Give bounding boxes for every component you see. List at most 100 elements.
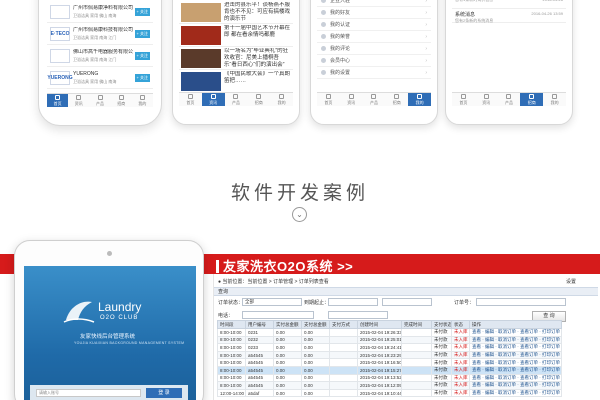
tab-3[interactable]: 招商 [247,93,270,106]
row-actions-link[interactable]: 查看 · 编辑 · 取消订单 · 查看订单 · 打印订单 [472,367,560,372]
table-row[interactable]: 8:00-10:00 0231 0.00 0.00 2015-02-04 19:26:3… [217,328,562,337]
news-item[interactable]: 第十一届中国艺术节开幕在即 都在看余情吗都鹿 [179,24,293,47]
tab-2[interactable]: 产品 [498,93,521,106]
actions-cell[interactable]: 查看 · 编辑 · 取消订单 · 查看订单 · 打印订单 [469,381,562,390]
news-item[interactable]: 以一场名为“毕业典礼”的狂欢收官：尼美上播桐吾乐“看日西心“们的演出会” [179,47,293,70]
message-item[interactable]: 系统消息 您有2条新的系统消息 2016-04-26 13:59 [452,9,566,23]
column-header[interactable]: 用户编号 [245,320,274,329]
phone-label: 电话： [218,313,234,319]
column-header[interactable]: 操作 [469,320,562,329]
login-account-field[interactable]: 请输入账号 [36,389,141,397]
list-item[interactable]: E·TECO 广州市佩易康科技有限公司 卫浴洁具 家用 南海 江门 + 关注 [47,23,153,45]
menu-item[interactable]: 我的荣誉 › [317,31,431,43]
extra-field[interactable] [328,311,388,319]
chevron-right-icon: › [425,69,427,76]
list-item[interactable]: 广州市佩易康净料有限公司 卫浴洁具 家用 佛山 南海 + 关注 [47,1,153,23]
actions-cell[interactable]: 查看 · 编辑 · 取消订单 · 查看订单 · 打印订单 [469,335,562,345]
banner-title[interactable]: 友家洗衣O2O系统 >> [216,256,353,275]
tab-4[interactable]: 我的 [132,94,153,107]
actions-cell[interactable]: 查看 · 编辑 · 取消订单 · 查看订单 · 打印订单 [469,328,562,337]
settings-link[interactable]: 设置 [566,278,576,285]
list-item[interactable]: YUERONG YUERONG 卫浴洁具 家用 佛山 南海 + 关注 [47,67,153,89]
login-button[interactable]: 登 录 [146,388,182,398]
news-item[interactable]: 《中国民歌大会》一个真朗笛把…… [179,70,293,93]
table-row[interactable]: 12:00-14:00 a5daf 0.00 0.00 2015-02-04 19:10… [217,388,562,398]
list-item[interactable]: 佛山市高千电器服务有限公司 卫浴洁具 家用 南海 江门 + 关注 [47,45,153,67]
row-actions-link[interactable]: 查看 · 编辑 · 取消订单 · 查看订单 · 打印订单 [472,383,560,388]
section-title: 软件开发案例 [230,182,369,204]
follow-button[interactable]: + 关注 [134,7,150,16]
follow-button[interactable]: + 关注 [134,51,150,60]
tab-0[interactable]: 首页 [317,93,340,106]
tab-icon [97,95,103,100]
table-row[interactable]: 8:00-10:00 0233 0.00 0.00 2015-02-04 19:24:4… [217,343,562,352]
order-no-field[interactable] [476,298,566,306]
menu-item[interactable]: 企业入驻 › [317,0,431,7]
row-actions-link[interactable]: 查看 · 编辑 · 取消订单 · 查看订单 · 打印订单 [472,352,560,357]
row-actions-link[interactable]: 查看 · 编辑 · 取消订单 · 查看订单 · 打印订单 [472,337,560,342]
actions-cell[interactable]: 查看 · 编辑 · 取消订单 · 查看订单 · 打印订单 [469,343,562,352]
follow-button[interactable]: + 关注 [134,73,150,82]
row-actions-link[interactable]: 查看 · 编辑 · 取消订单 · 查看订单 · 打印订单 [472,390,560,395]
tab-0[interactable]: 首页 [452,93,475,106]
chevron-down-icon[interactable]: ⌄ [292,207,307,222]
row-actions-link[interactable]: 查看 · 编辑 · 取消订单 · 查看订单 · 打印订单 [472,345,560,350]
table-row[interactable]: 8:00-10:00 0232 0.00 0.00 2015-02-04 19:25:0… [217,335,562,345]
tab-2[interactable]: 产品 [225,93,248,106]
table-cell [329,365,358,375]
tab-1[interactable]: 资讯 [340,93,363,106]
start-date-field[interactable] [328,298,378,306]
column-header[interactable]: 支付方式 [329,320,358,329]
row-actions-link[interactable]: 查看 · 编辑 · 取消订单 · 查看订单 · 打印订单 [472,360,560,365]
row-actions-link[interactable]: 查看 · 编辑 · 取消订单 · 查看订单 · 打印订单 [472,375,560,380]
tab-1[interactable]: 资讯 [201,93,225,106]
table-row[interactable]: 8:00-10:00 a54545 0.00 0.00 2015-02-04 19:12… [217,381,562,390]
menu-item[interactable]: 我的设置 › [317,67,431,79]
tab-0[interactable]: 首页 [47,94,69,107]
table-row[interactable]: 8:00-10:00 a54545 0.00 0.00 2015-02-04 19:15… [217,365,562,375]
actions-cell[interactable]: 查看 · 编辑 · 取消订单 · 查看订单 · 打印订单 [469,365,562,375]
column-header[interactable]: 时间段 [217,320,246,329]
tab-3[interactable]: 招商 [385,93,408,106]
tab-4[interactable]: 我的 [543,93,566,106]
column-header[interactable]: 实付总金额 [273,320,302,329]
tab-4[interactable]: 我的 [270,93,293,106]
tab-0[interactable]: 首页 [179,93,202,106]
table-row[interactable]: 8:00-10:00 a54545 0.00 0.00 2015-02-04 19:16… [217,358,562,367]
laundry-brand: Laundry [98,300,142,314]
actions-cell[interactable]: 查看 · 编辑 · 取消订单 · 查看订单 · 打印订单 [469,373,562,383]
tab-3[interactable]: 招商 [520,93,544,106]
column-header[interactable]: 状态 [451,320,470,329]
row-actions-link[interactable]: 查看 · 编辑 · 取消订单 · 查看订单 · 打印订单 [472,329,560,334]
company-name: 佛山市高千电器服务有限公司 [73,48,133,55]
column-header[interactable]: 创建时间 [357,320,402,329]
column-header[interactable]: 支付总金额 [301,320,330,329]
follow-button[interactable]: + 关注 [134,29,150,38]
menu-item[interactable]: 我的认证 › [317,19,431,31]
actions-cell[interactable]: 查看 · 编辑 · 取消订单 · 查看订单 · 打印订单 [469,350,562,360]
menu-item[interactable]: 我的好友 › [317,7,431,19]
tab-2[interactable]: 产品 [363,93,386,106]
news-item[interactable]: 进击的县乐平！谈杨燕不服肯也不不见：可应有搞楼戏的演乐节 [179,1,293,24]
tab-1[interactable]: 资讯 [475,93,498,106]
message-item[interactable]: 您有1条新的询价信息2016-04-28 [452,0,566,9]
company-name: YUERONG [73,70,99,77]
table-row[interactable]: 8:00-10:00 a54545 0.00 0.00 2015-02-04 19:23… [217,350,562,360]
menu-item[interactable]: 会员中心 › [317,55,431,67]
table-cell: a54545 [245,358,274,367]
end-date-field[interactable] [382,298,432,306]
column-header[interactable]: 支付状态 [431,320,452,329]
tab-1[interactable]: 资讯 [68,94,89,107]
menu-item[interactable]: 我的评论 › [317,43,431,55]
actions-cell[interactable]: 查看 · 编辑 · 取消订单 · 查看订单 · 打印订单 [469,388,562,398]
column-header[interactable]: 完成时间 [401,320,432,329]
phone-field[interactable] [242,311,314,319]
tab-icon [483,94,489,99]
tab-2[interactable]: 产品 [89,94,110,107]
tab-3[interactable]: 招商 [111,94,132,107]
tab-4[interactable]: 我的 [408,93,431,106]
status-select[interactable]: 全部 [242,298,302,306]
table-row[interactable]: 8:00-10:00 a54545 0.00 0.00 2015-02-04 19:13… [217,373,562,383]
actions-cell[interactable]: 查看 · 编辑 · 取消订单 · 查看订单 · 打印订单 [469,358,562,367]
tab-label: 招商 [254,100,263,105]
